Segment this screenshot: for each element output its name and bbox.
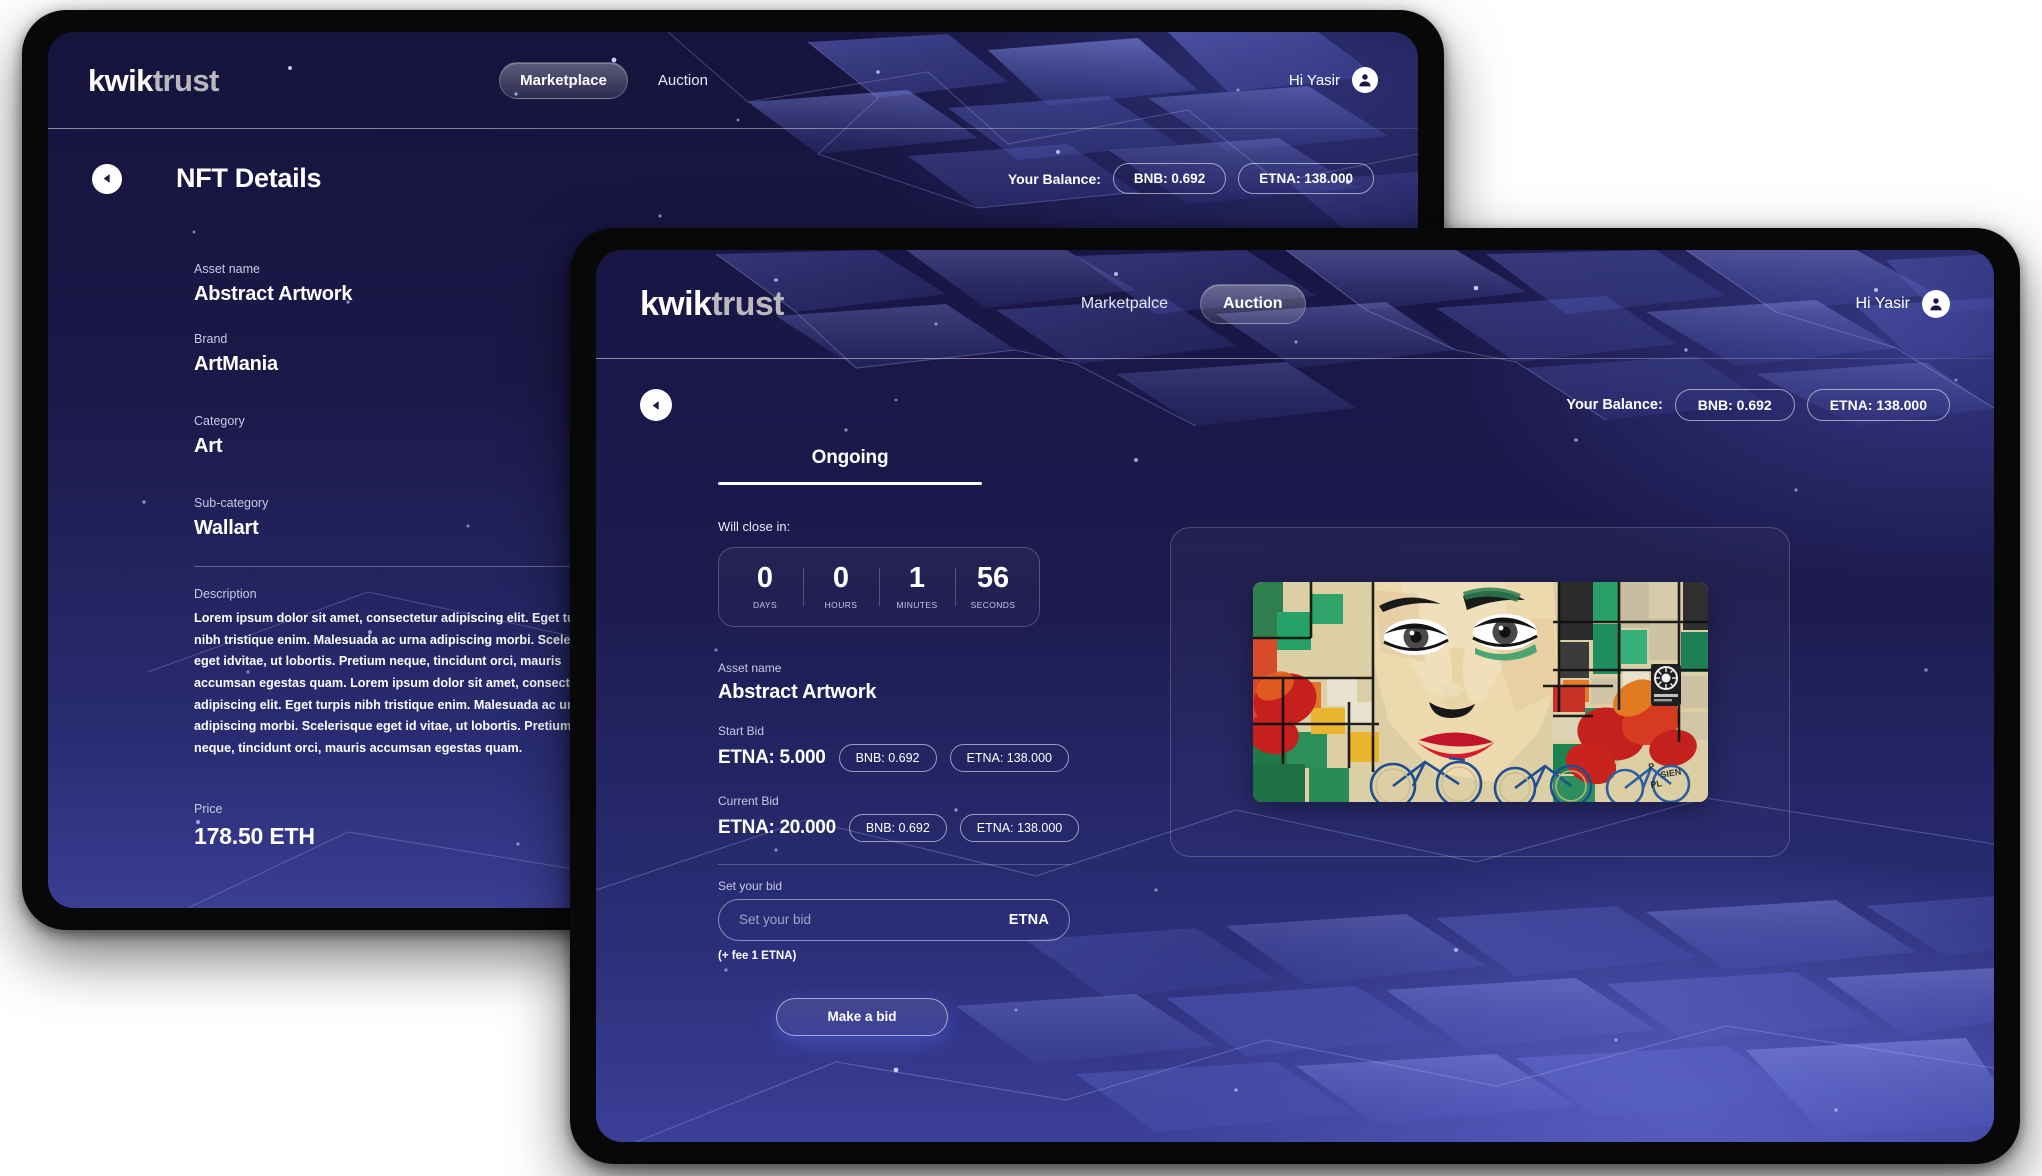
- app-header-front: kwiktrust Marketpalce Auction Hi Yasir: [596, 250, 1994, 358]
- countdown-unit-days: DAYS: [752, 599, 778, 610]
- current-bid-amount: ETNA: 20.000: [718, 816, 836, 838]
- main-nav-back: Marketplace Auction: [499, 61, 728, 99]
- user-circle-icon[interactable]: [1352, 67, 1378, 93]
- countdown-value-days: 0: [756, 561, 774, 594]
- tab-ongoing[interactable]: Ongoing: [718, 447, 982, 482]
- countdown-timer: 0 DAYS 0 HOURS 1 MINUTES 56 SECONDS: [718, 546, 1040, 627]
- countdown-cell-days: 0 DAYS: [727, 561, 803, 610]
- auction-asset-value: Abstract Artwork: [718, 680, 877, 703]
- sub-header-back: NFT Details Your Balance: BNB: 0.692 ETN…: [48, 129, 1418, 194]
- profile-area-front[interactable]: Hi Yasir: [1855, 290, 1950, 318]
- make-a-bid-button[interactable]: Make a bid: [776, 997, 948, 1036]
- page-title: NFT Details: [176, 163, 322, 193]
- bid-fee-note: (+ fee 1 ETNA): [718, 949, 797, 962]
- start-bid-pill-bnb[interactable]: BNB: 0.692: [838, 743, 937, 772]
- balance-pill-bnb-front[interactable]: BNB: 0.692: [1674, 389, 1795, 421]
- brand-logo-trust-front: trust: [711, 285, 784, 323]
- auction-asset-name: Asset name Abstract Artwork: [718, 661, 982, 704]
- nav-item-auction-front[interactable]: Auction: [1199, 284, 1306, 324]
- countdown-cell-minutes: 1 MINUTES: [879, 561, 955, 610]
- balance-label-front: Your Balance:: [1566, 397, 1663, 413]
- artwork-image[interactable]: P SIEN PL: [1252, 582, 1708, 802]
- nav-item-auction[interactable]: Auction: [638, 63, 728, 98]
- balance-pill-bnb[interactable]: BNB: 0.692: [1112, 163, 1227, 194]
- current-bid-pill-bnb[interactable]: BNB: 0.692: [848, 813, 947, 842]
- screen-auction: kwiktrust Marketpalce Auction Hi Yasir Y…: [596, 250, 1994, 1142]
- brand-logo-front[interactable]: kwiktrust: [640, 287, 784, 321]
- auction-left-column: Ongoing Will close in: 0 DAYS 0 HOURS 1 …: [652, 447, 1080, 1036]
- countdown-cell-hours: 0 HOURS: [803, 561, 879, 610]
- balance-row-front: Your Balance: BNB: 0.692 ETNA: 138.000: [1566, 389, 1950, 421]
- auction-panel: Ongoing Will close in: 0 DAYS 0 HOURS 1 …: [596, 421, 1994, 1036]
- countdown-value-seconds: 56: [976, 561, 1010, 594]
- countdown-unit-hours: HOURS: [824, 599, 858, 610]
- auction-right-column: P SIEN PL: [1022, 447, 1938, 1036]
- auction-asset-label: Asset name: [718, 660, 782, 675]
- start-bid-label: Start Bid: [718, 723, 765, 738]
- set-bid-label: Set your bid: [718, 878, 783, 893]
- start-bid-block: Start Bid ETNA: 5.000 BNB: 0.692 ETNA: 1…: [718, 723, 1069, 772]
- artwork-card: P SIEN PL: [1170, 527, 1790, 857]
- start-bid-row: ETNA: 5.000 BNB: 0.692 ETNA: 138.000: [718, 743, 1069, 772]
- countdown-unit-minutes: MINUTES: [896, 599, 938, 610]
- back-arrow-icon-front[interactable]: [640, 389, 672, 421]
- tab-active-underline: [718, 482, 982, 485]
- balance-label: Your Balance:: [1007, 170, 1101, 187]
- current-bid-label: Current Bid: [718, 793, 779, 808]
- countdown-value-hours: 0: [832, 561, 850, 594]
- auction-tabs: Ongoing: [718, 447, 982, 485]
- nav-item-marketplace[interactable]: Marketplace: [499, 61, 628, 99]
- current-bid-row: ETNA: 20.000 BNB: 0.692 ETNA: 138.000: [718, 813, 1080, 842]
- start-bid-amount: ETNA: 5.000: [718, 746, 826, 768]
- details-divider: [194, 566, 614, 567]
- countdown-unit-seconds: SECONDS: [970, 599, 1016, 610]
- sub-header-front: Your Balance: BNB: 0.692 ETNA: 138.000: [596, 359, 1994, 421]
- brand-logo-kwik-front: kwik: [640, 285, 712, 323]
- set-bid-field[interactable]: ETNA: [718, 898, 1070, 941]
- countdown-caption: Will close in:: [718, 518, 791, 534]
- countdown-value-minutes: 1: [908, 561, 926, 594]
- brand-logo-trust: trust: [152, 62, 219, 98]
- nav-item-marketplace-front[interactable]: Marketpalce: [1059, 285, 1190, 323]
- set-bid-input[interactable]: [739, 912, 1009, 927]
- svg-text:PL: PL: [1649, 778, 1663, 790]
- mockup-stage: kwiktrust Marketplace Auction Hi Yasir N…: [0, 0, 2042, 1176]
- tablet-auction: kwiktrust Marketpalce Auction Hi Yasir Y…: [570, 228, 2020, 1164]
- bid-section-divider: [718, 863, 1070, 865]
- current-bid-block: Current Bid ETNA: 20.000 BNB: 0.692 ETNA…: [718, 793, 1080, 842]
- profile-area-back[interactable]: Hi Yasir: [1289, 67, 1378, 93]
- profile-greeting-front: Hi Yasir: [1855, 295, 1910, 312]
- balance-pill-etna-front[interactable]: ETNA: 138.000: [1806, 389, 1950, 421]
- brand-logo[interactable]: kwiktrust: [88, 65, 219, 96]
- countdown-cell-seconds: 56 SECONDS: [955, 561, 1031, 610]
- back-arrow-icon[interactable]: [92, 163, 122, 194]
- balance-pill-etna[interactable]: ETNA: 138.000: [1238, 163, 1374, 194]
- profile-greeting: Hi Yasir: [1288, 71, 1340, 89]
- brand-logo-kwik: kwik: [88, 62, 153, 98]
- user-circle-icon-front[interactable]: [1921, 290, 1950, 318]
- field-value-description: Lorem ipsum dolor sit amet, consectetur …: [194, 611, 609, 755]
- balance-row-back: Your Balance: BNB: 0.692 ETNA: 138.000: [1008, 163, 1374, 194]
- app-header-back: kwiktrust Marketplace Auction Hi Yasir: [48, 32, 1418, 128]
- main-nav-front: Marketpalce Auction: [1059, 284, 1306, 324]
